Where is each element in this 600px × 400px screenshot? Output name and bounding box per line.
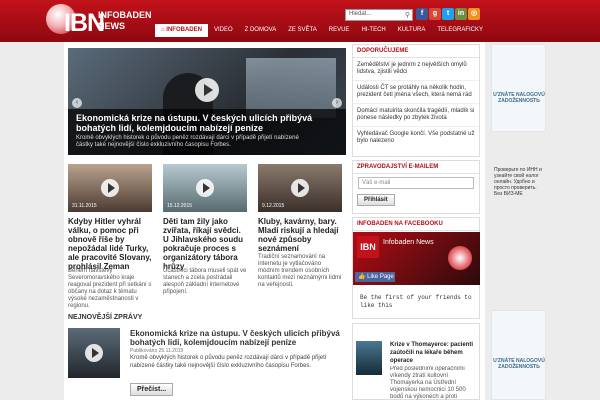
ad-text[interactable]: Проверьте по ИНН и узнайте свой налог он…: [494, 167, 546, 197]
nav-item-video[interactable]: VIDEO: [208, 24, 239, 37]
latest-section-title: NEJNOVĚJŠÍ ZPRÁVY: [68, 314, 143, 321]
card-title[interactable]: Děti tam žily jako zvířata, říkají svědc…: [163, 217, 247, 271]
side-story-image[interactable]: [356, 341, 382, 375]
recommend-item[interactable]: Zemědělství je jedním z největších omylů…: [353, 58, 479, 81]
nav-item-hi-tech[interactable]: HI-TECH: [355, 24, 391, 37]
read-more-button[interactable]: Přečíst...: [130, 383, 174, 396]
facebook-page-name: Infobaden News: [383, 239, 434, 246]
card-title[interactable]: Kluby, kavárny, bary. Mladí riskují a hl…: [258, 217, 344, 253]
card-date: 15.12.2015: [167, 203, 193, 209]
newsletter-heading: ZPRAVODAJSTVÍ E-MAILEM: [353, 161, 479, 174]
latest-image[interactable]: [68, 328, 120, 378]
email-field[interactable]: Váš e-mail: [358, 177, 474, 189]
nav-item-telegraficky[interactable]: TELEGRAFICKY: [431, 24, 489, 37]
ad-text[interactable]: U'ZNÁTE NALOGOVÚ ZADOŽENNOSTЬ: [493, 92, 545, 104]
nav-item-kultura[interactable]: KULTURA: [392, 24, 432, 37]
card-title[interactable]: Kdyby Hitler vyhrál válku, o pomoc při o…: [68, 217, 152, 271]
hero-text: Kromě obvyklých historek o původu peněz …: [76, 135, 299, 148]
recommend-item[interactable]: Domácí matuirita skončila tragédií, mlad…: [353, 104, 479, 127]
card-image[interactable]: 31.11.2015: [68, 164, 152, 212]
card-text: Účastníci tábora museli spát ve stanech …: [163, 268, 247, 295]
subscribe-button[interactable]: Přihlásit: [357, 194, 395, 206]
ad-banner[interactable]: [491, 44, 546, 132]
logo-line2: NEWS: [98, 21, 125, 31]
prev-arrow-icon[interactable]: ‹: [72, 98, 82, 108]
recommend-item[interactable]: Události ČT se protáhly na několik hodin…: [353, 81, 479, 104]
play-icon[interactable]: [85, 344, 103, 362]
play-icon[interactable]: [196, 179, 214, 197]
logo-line1: INFOBADEN: [98, 10, 152, 20]
facebook-avatar: IBN: [357, 236, 379, 258]
nav-item-ze-sveta[interactable]: ZE SVĚTA: [282, 24, 323, 37]
recommend-item[interactable]: Vyhledávač Google končí. Vše podstatné u…: [353, 127, 479, 149]
latest-title[interactable]: Ekonomická krize na ústupu. V českých ul…: [130, 329, 346, 347]
card-image[interactable]: 9.12.2015: [258, 164, 342, 212]
hero-slider[interactable]: ‹ › Ekonomická krize na ústupu. V českýc…: [68, 48, 346, 155]
side-story-text: Před posledními operačními víkendy ztrat…: [390, 366, 466, 400]
nav-item-revue[interactable]: REVUE: [323, 24, 356, 37]
card-date: 31.11.2015: [72, 203, 97, 209]
linkedin-icon[interactable]: in: [455, 8, 467, 20]
card-date: 9.12.2015: [262, 203, 285, 209]
play-icon[interactable]: [195, 78, 219, 102]
card-image[interactable]: 15.12.2015: [163, 164, 247, 212]
search-icon[interactable]: ⚲: [405, 11, 410, 19]
card-text: Tradiční seznamování na internetu je vyt…: [258, 254, 342, 288]
site-header: IBN INFOBADEN NEWS Hledat... ⚲ f g t in …: [0, 0, 600, 42]
hero-caption: Ekonomická krize na ústupu. V českých ul…: [68, 109, 346, 155]
recommend-box: DOPORUČUJEME Zemědělství je jedním z nej…: [352, 44, 480, 157]
facebook-heading: INFOBADEN NA FACEBOOKU: [353, 218, 479, 231]
google-plus-icon[interactable]: g: [429, 8, 441, 20]
latest-text: Kromě obvyklých historek o původu peněz …: [130, 355, 327, 369]
logo[interactable]: IBN INFOBADEN NEWS: [46, 4, 156, 38]
next-arrow-icon[interactable]: ›: [332, 98, 342, 108]
facebook-like-button[interactable]: 👍 Like Page: [355, 272, 395, 282]
ad-banner[interactable]: [491, 310, 546, 400]
main-nav: ⌂ INFOBADEN VIDEO Z DOMOVA ZE SVĚTA REVU…: [155, 24, 525, 37]
play-icon[interactable]: [291, 179, 309, 197]
side-story-title[interactable]: Krize v Thomayerce: pacienti zaútočili n…: [390, 341, 478, 365]
hero-title[interactable]: Ekonomická krize na ústupu. V českých ul…: [76, 113, 316, 133]
card-text: Během návštěvy Severomoravského kraje re…: [68, 268, 152, 309]
globe-icon: [448, 246, 472, 270]
twitter-icon[interactable]: t: [442, 8, 454, 20]
like-icon: 👍: [358, 274, 368, 280]
nav-item-infobaden[interactable]: ⌂ INFOBADEN: [155, 24, 208, 37]
search-input[interactable]: Hledat... ⚲: [345, 9, 413, 21]
rss-icon[interactable]: ◎: [468, 8, 480, 20]
play-icon[interactable]: [101, 179, 119, 197]
facebook-icon[interactable]: f: [416, 8, 428, 20]
nav-item-z-domova[interactable]: Z DOMOVA: [239, 24, 283, 37]
recommend-heading: DOPORUČUJEME: [353, 45, 479, 58]
facebook-text: Be the first of your friends to like thi…: [360, 294, 472, 309]
ad-text[interactable]: U'ZNÁTE NALOGOVÚ ZADOŽENNOSTЬ: [493, 358, 545, 370]
